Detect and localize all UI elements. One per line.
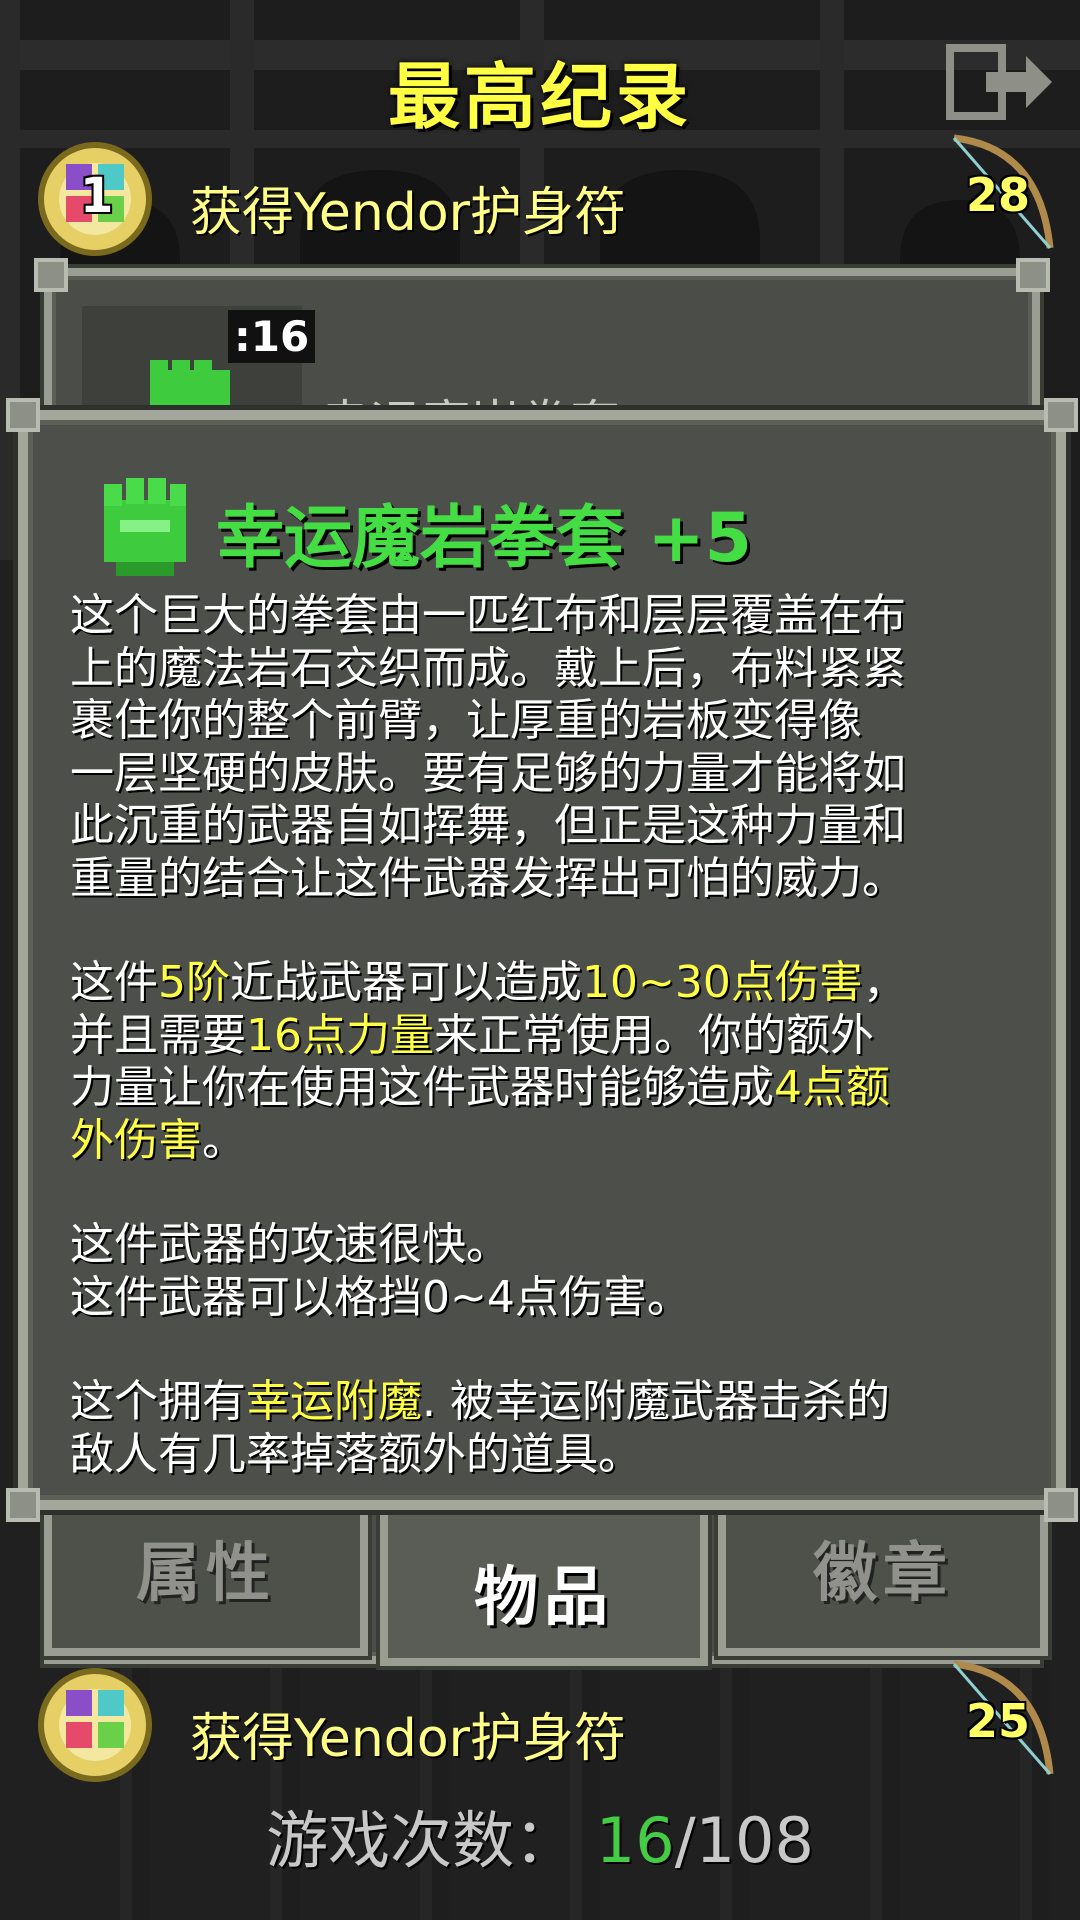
- stats-line: 外伤害。: [70, 1114, 246, 1166]
- counter-separator: /: [674, 1804, 696, 1877]
- page-title: 最高纪录: [387, 55, 692, 139]
- back-timer: :16: [228, 310, 316, 363]
- stats-line: 力量让你在使用这件武器时能够造成4点额: [70, 1062, 890, 1113]
- amulet-badge-icon: [38, 1668, 152, 1782]
- block-line: 这件武器可以格挡0~4点伤害。: [70, 1271, 691, 1323]
- tab-label: 物品: [474, 1561, 614, 1635]
- exit-icon[interactable]: [946, 42, 1056, 122]
- enchant-line: 敌人有几率掉落额外的道具。: [70, 1428, 642, 1480]
- item-info-window: 幸运魔岩拳套 +5 这个巨大的拳套由一匹红布和层层覆盖在布 上的魔法岩石交织而成…: [6, 398, 1078, 1522]
- record-entry-2[interactable]: 获得Yendor护身符 25: [0, 1660, 1080, 1786]
- description-line: 重量的结合让这件武器发挥出可怕的威力。: [70, 852, 906, 904]
- record-description: 获得Yendor护身符: [190, 183, 627, 243]
- item-description: 这个巨大的拳套由一匹红布和层层覆盖在布 上的魔法岩石交织而成。戴上后，布料紧紧 …: [70, 590, 1030, 1481]
- description-line: 这个巨大的拳套由一匹红布和层层覆盖在布: [70, 590, 906, 641]
- games-played-label: 游戏次数：: [266, 1804, 577, 1877]
- strength-requirement: 16点力量: [246, 1009, 434, 1061]
- games-total: 108: [695, 1804, 814, 1877]
- panel-corner: [1044, 398, 1078, 432]
- enchant-name: 幸运附魔: [246, 1376, 422, 1427]
- item-name: 幸运魔岩拳套 +5: [216, 499, 752, 578]
- bonus-damage: 外伤害: [70, 1114, 202, 1166]
- games-played-counter: 游戏次数： 16/108: [0, 1790, 1080, 1880]
- panel-corner: [1044, 1488, 1078, 1522]
- panel-corner: [34, 258, 68, 292]
- panel-corner: [1016, 258, 1050, 292]
- gauntlet-icon: [104, 478, 186, 576]
- record-entry-1[interactable]: 1 获得Yendor护身符 28: [0, 134, 1080, 260]
- panel-corner: [6, 398, 40, 432]
- stats-line: 这件5阶近战武器可以造成10~30点伤害，: [70, 957, 907, 1008]
- description-line: 上的魔法岩石交织而成。戴上后，布料紧紧: [70, 642, 906, 694]
- description-line: 此沉重的武器自如挥舞，但正是这种力量和: [70, 800, 906, 851]
- speed-line: 这件武器的攻速很快。: [70, 1219, 510, 1270]
- enchant-line: 这个拥有幸运附魔. 被幸运附魔武器击杀的: [70, 1376, 890, 1427]
- game-screen: 最高纪录 1 获得Yendor护身符 28 :16 属性 物品 徽章 幸运魔岩拳…: [0, 0, 1080, 1920]
- description-line: 一层坚硬的皮肤。要有足够的力量才能将如: [70, 747, 906, 799]
- record-rank: 1: [80, 168, 114, 224]
- panel-corner: [6, 1488, 40, 1522]
- description-line: 裹住你的整个前臂，让厚重的岩板变得像: [70, 695, 862, 746]
- games-won: 16: [595, 1804, 675, 1877]
- record-depth: 25: [965, 1694, 1030, 1748]
- tab-items[interactable]: 物品: [380, 1490, 708, 1666]
- record-depth: 28: [965, 168, 1030, 222]
- stats-line: 并且需要16点力量来正常使用。你的额外: [70, 1009, 874, 1061]
- weapon-tier: 5阶: [158, 957, 230, 1008]
- bonus-damage: 4点额: [774, 1062, 890, 1113]
- weapon-damage: 10~30点伤害: [582, 957, 863, 1008]
- record-description: 获得Yendor护身符: [190, 1709, 627, 1769]
